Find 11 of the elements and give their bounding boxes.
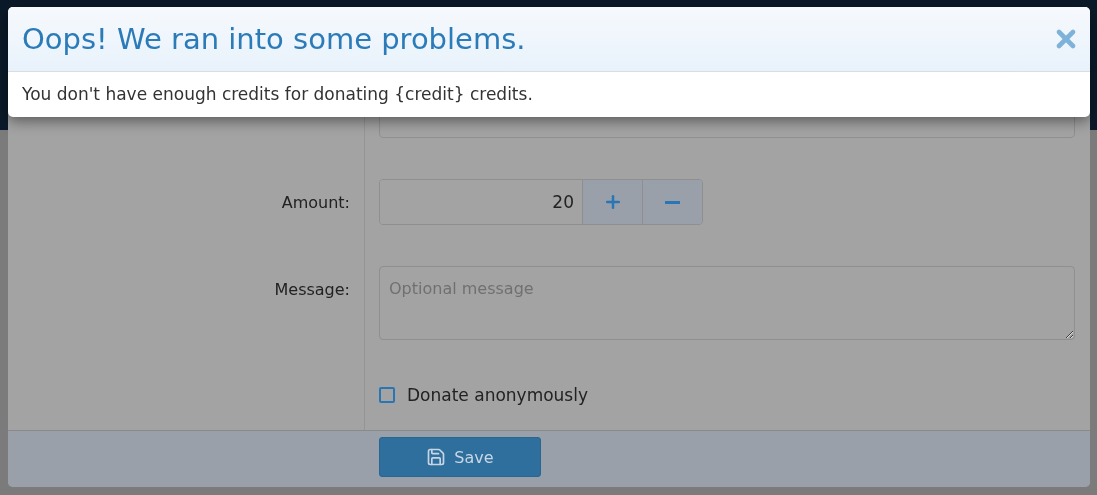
- alert-title: Oops! We ran into some problems.: [22, 22, 526, 56]
- decrement-button[interactable]: [642, 180, 702, 224]
- save-button[interactable]: Save: [379, 437, 541, 477]
- checkbox-label: Donate anonymously: [407, 385, 588, 405]
- field-label: Amount:: [281, 192, 350, 212]
- field-label: Message:: [274, 280, 350, 299]
- increment-button[interactable]: [582, 180, 642, 224]
- amount-stepper[interactable]: 20: [379, 179, 703, 225]
- minus-icon: [665, 200, 680, 204]
- checkbox[interactable]: [379, 387, 395, 403]
- alert-message: You don't have enough credits for donating {credit} credits.: [21, 83, 534, 106]
